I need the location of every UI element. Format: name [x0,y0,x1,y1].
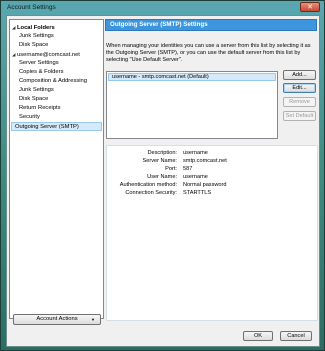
tree-item[interactable]: Copies & Folders [19,68,63,77]
add-button[interactable]: Add... [283,70,316,80]
account-actions-button[interactable]: Account Actions ▼ [13,314,101,325]
set-default-button[interactable]: Set Default [283,111,316,121]
detail-value: 587 [183,166,193,172]
account-tree[interactable]: ◢ Local Folders Junk Settings Disk Space ◢ us… [9,19,104,319]
tree-item[interactable]: Disk Space [19,41,48,50]
tree-item[interactable]: Composition & Addressing [19,77,87,86]
tree-item[interactable]: ◢ username@comcast.net [12,50,80,59]
ok-button[interactable]: OK [243,331,273,341]
detail-description: Description: username [107,150,317,157]
tree-item-label: Server Settings [19,60,59,66]
tree-item-label: username@comcast.net [17,52,80,58]
tree-item-label: Disk Space [19,42,49,48]
tree-item[interactable]: Security [19,113,40,122]
tree-item[interactable]: ◢ Local Folders [12,23,55,32]
detail-label: Server Name: [142,158,177,164]
detail-label: User Name: [147,174,177,180]
server-list-item[interactable]: username - smtp.comcast.net (Default) [108,73,276,81]
server-details-panel: Description: username Server Name: smtp.… [106,145,318,321]
detail-label: Authentication method: [119,182,177,188]
window-title: Account Settings [7,4,56,11]
tree-item[interactable]: Junk Settings [19,86,54,95]
tree-item-label: Disk Space [19,96,49,102]
account-settings-window: Account Settings ✕ ◢ Local Folders Junk Se… [0,0,325,351]
detail-value: STARTTLS [183,190,212,196]
detail-value: username [183,150,208,156]
tree-item[interactable]: Return Receipts [19,104,61,113]
detail-value: Normal password [183,182,227,188]
detail-label: Description: [147,150,177,156]
tree-item[interactable]: Junk Settings [19,32,54,41]
detail-label: Port: [165,166,177,172]
tree-item-label: Composition & Addressing [19,78,87,84]
detail-value: smtp.comcast.net [183,158,227,164]
tree-item-label: Return Receipts [19,105,61,111]
cancel-button[interactable]: Cancel [280,331,312,341]
title-bar[interactable]: Account Settings ✕ [1,1,324,15]
dialog-client-area: ◢ Local Folders Junk Settings Disk Space ◢ us… [6,15,320,347]
tree-item[interactable]: Disk Space [19,95,48,104]
tree-item-label: Copies & Folders [19,69,64,75]
tree-item-label: Local Folders [17,25,55,31]
close-icon[interactable]: ✕ [300,2,320,12]
detail-authentication: Authentication method: Normal password [107,182,317,189]
tree-item[interactable]: Outgoing Server (SMTP) [11,122,102,131]
chevron-down-icon: ▼ [91,317,95,322]
detail-label: Connection Security: [125,190,177,196]
tree-item-label: Junk Settings [19,87,54,93]
detail-user-name: User Name: username [107,174,317,181]
remove-button[interactable]: Remove [283,97,316,107]
detail-value: username [183,174,208,180]
detail-server-name: Server Name: smtp.comcast.net [107,158,317,165]
edit-button[interactable]: Edit... [283,83,316,93]
detail-port: Port: 587 [107,166,317,173]
tree-item-label: Security [19,114,40,120]
tree-item-label: Junk Settings [19,33,54,39]
tree-item[interactable]: Server Settings [19,59,59,68]
tree-item-label: Outgoing Server (SMTP) [15,124,79,130]
smtp-server-list[interactable]: username - smtp.comcast.net (Default) [106,71,278,139]
panel-description: When managing your identities you can us… [106,43,311,63]
panel-title: Outgoing Server (SMTP) Settings [105,19,317,31]
account-actions-label: Account Actions [36,316,78,322]
detail-connection-security: Connection Security: STARTTLS [107,190,317,197]
